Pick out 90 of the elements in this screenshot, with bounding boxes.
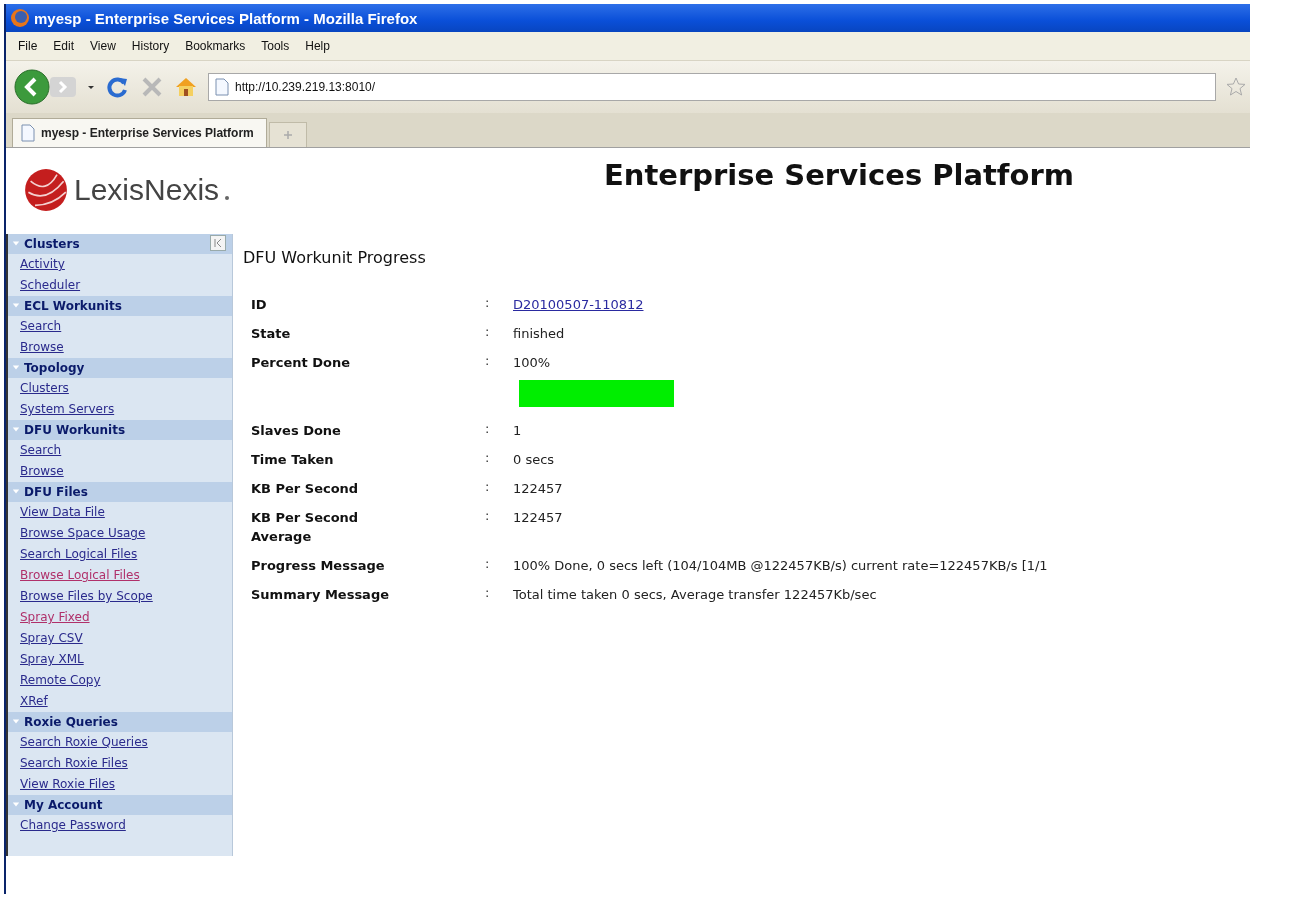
sidebar-link[interactable]: Browse Logical Files [8, 565, 140, 586]
browser-tab[interactable]: myesp - Enterprise Services Platform [12, 118, 267, 147]
page-title: Enterprise Services Platform [604, 158, 1074, 192]
field-label: Percent Done [251, 354, 352, 372]
sidebar-link[interactable]: Search [8, 440, 62, 461]
trademark-dot-icon [225, 196, 230, 200]
field-value: 0 secs [513, 451, 556, 469]
menu-item[interactable]: Tools [253, 37, 298, 55]
sidebar-link[interactable]: XRef [8, 691, 48, 712]
section-header[interactable]: DFU Files [8, 482, 232, 502]
menu-item[interactable]: History [123, 37, 178, 55]
field-label: Time Taken [251, 451, 335, 469]
disclosure-triangle-icon[interactable] [12, 426, 20, 434]
section-header[interactable]: Topology [8, 358, 232, 378]
section-header[interactable]: DFU Workunits [8, 420, 232, 440]
sidebar-link[interactable]: View Roxie Files [8, 774, 116, 795]
menu-item[interactable]: File [10, 37, 46, 55]
field-value: 122457 [513, 480, 564, 498]
disclosure-triangle-icon[interactable] [12, 240, 20, 248]
window-title: myesp - Enterprise Services Platform - Mozilla Firefox [34, 9, 418, 27]
menu-item[interactable]: Bookmarks [177, 37, 254, 55]
menu-item[interactable]: View [82, 37, 124, 55]
browser-logo-icon [10, 8, 30, 28]
bookmark-star-icon[interactable] [1226, 77, 1246, 97]
colon-separator: : [485, 508, 491, 525]
disclosure-triangle-icon[interactable] [12, 302, 20, 310]
sidebar-link[interactable]: View Data File [8, 502, 105, 523]
colon-separator: : [485, 324, 491, 341]
colon-separator: : [485, 585, 491, 602]
sidebar-link[interactable]: Remote Copy [8, 670, 101, 691]
field-value: 100% [513, 354, 552, 372]
colon-separator: : [485, 295, 491, 312]
new-tab-button[interactable] [268, 122, 307, 147]
sidebar-link[interactable]: Spray Fixed [8, 607, 90, 628]
colon-separator: : [485, 353, 491, 370]
page-icon [21, 124, 35, 142]
sidebar-link[interactable]: Browse Space Usage [8, 523, 146, 544]
field-label: ID [251, 296, 268, 314]
workunit-link[interactable]: D20100507-110812 [513, 295, 1048, 314]
field-value: 1 [513, 422, 523, 440]
sidebar-link[interactable]: Spray XML [8, 649, 84, 670]
colon-separator: : [485, 479, 491, 496]
forward-button[interactable] [50, 75, 76, 99]
field-label: KB Per Second Average [251, 509, 360, 546]
field-label: Summary Message [251, 586, 391, 604]
section-header[interactable]: ECL Workunits [8, 296, 232, 316]
menu-item[interactable]: Edit [45, 37, 83, 55]
disclosure-triangle-icon[interactable] [12, 488, 20, 496]
collapse-sidebar-button[interactable] [210, 235, 226, 251]
logo-wordmark: LexisNexis [74, 173, 220, 207]
section-header[interactable]: My Account [8, 795, 232, 815]
page-icon [215, 78, 229, 96]
back-button[interactable] [14, 69, 50, 105]
sidebar-link[interactable]: Activity [8, 254, 65, 275]
menu-item[interactable]: Help [297, 37, 338, 55]
section-header[interactable]: Roxie Queries [8, 712, 232, 732]
disclosure-triangle-icon[interactable] [12, 801, 20, 809]
field-value: finished [513, 325, 566, 343]
stop-icon[interactable] [140, 75, 164, 99]
field-label: State [251, 325, 292, 343]
colon-separator: : [485, 450, 491, 467]
plus-icon [282, 130, 293, 140]
logo-sphere-icon [24, 168, 68, 212]
sidebar-link[interactable]: Browse [8, 461, 64, 482]
sidebar-link[interactable]: Browse Files by Scope [8, 586, 153, 607]
sidebar-link[interactable]: Spray CSV [8, 628, 83, 649]
sidebar-link[interactable]: Search Roxie Files [8, 753, 128, 774]
colon-separator: : [485, 421, 491, 438]
sidebar-link[interactable]: System Servers [8, 399, 115, 420]
section-heading: DFU Workunit Progress [243, 248, 427, 267]
sidebar-link[interactable]: Change Password [8, 815, 126, 836]
field-value: 122457 [513, 509, 564, 527]
colon-separator: : [485, 556, 491, 573]
address-field[interactable]: http://10.239.219.13:8010/ [208, 73, 1216, 101]
field-label: Slaves Done [251, 422, 342, 440]
sidebar-link[interactable]: Search Roxie Queries [8, 732, 148, 753]
field-value: 100% Done, 0 secs left (104/104MB @122457KB/s) current rate=122457KB/s [1/1 [513, 557, 1048, 575]
sidebar-link[interactable]: Browse [8, 337, 64, 358]
field-label: KB Per Second [251, 480, 360, 498]
disclosure-triangle-icon[interactable] [12, 364, 20, 372]
field-label: Progress Message [251, 557, 386, 575]
reload-icon[interactable] [106, 75, 130, 99]
sidebar-link[interactable]: Clusters [8, 378, 69, 399]
sidebar-link[interactable]: Scheduler [8, 275, 81, 296]
section-header[interactable]: Clusters [8, 234, 232, 254]
sidebar-link[interactable]: Search [8, 316, 62, 337]
field-value: Total time taken 0 secs, Average transfer 122457Kb/sec [513, 586, 878, 604]
home-icon[interactable] [174, 75, 198, 99]
sidebar-link[interactable]: Search Logical Files [8, 544, 138, 565]
disclosure-triangle-icon[interactable] [12, 718, 20, 726]
